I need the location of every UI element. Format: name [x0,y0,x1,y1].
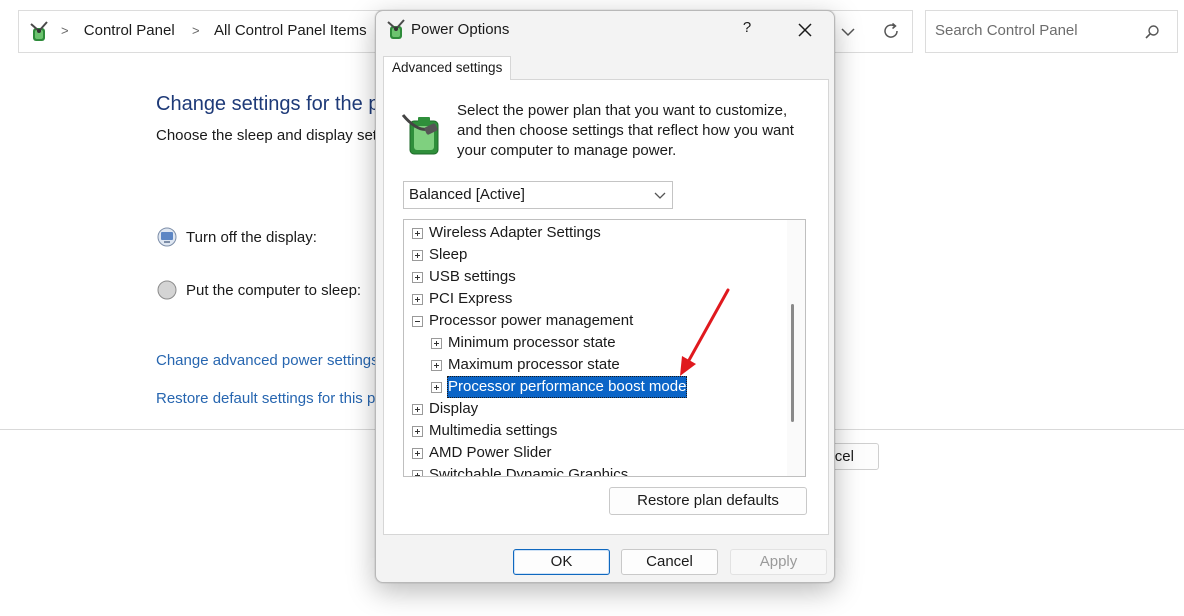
tree-item-label: Minimum processor state [448,334,616,351]
tree-item-pci-express[interactable]: PCI Express [412,288,782,310]
search-icon[interactable] [1144,24,1160,40]
tree-item-label: Switchable Dynamic Graphics [429,466,629,477]
tree-item-label: Multimedia settings [429,422,558,439]
tree-item-wireless-adapter-settings[interactable]: Wireless Adapter Settings [412,222,782,244]
tree-item-usb-settings[interactable]: USB settings [412,266,782,288]
cancel-button[interactable]: Cancel [621,549,718,575]
tree-item-amd-power-slider[interactable]: AMD Power Slider [412,442,782,464]
chevron-down-icon[interactable] [839,23,857,41]
instructions-text: Select the power plan that you want to c… [457,102,794,159]
tree-item-label: Processor power management [429,312,634,329]
tree-item-switchable-dynamic-graphics[interactable]: Switchable Dynamic Graphics [412,464,782,477]
expand-plus-icon[interactable] [412,448,423,459]
power-options-dialog: Power Options ? Advanced settings Select… [375,10,835,583]
collapse-minus-icon[interactable] [412,316,423,327]
dialog-title: Power Options [411,21,510,38]
tree-item-label: USB settings [429,268,516,285]
close-icon[interactable] [794,19,816,41]
control-panel-icon [30,21,48,41]
help-button[interactable]: ? [736,19,758,41]
breadcrumb: > Control Panel > All Control Panel Item… [59,22,421,39]
page-subtitle: Choose the sleep and display sett [156,127,382,144]
tree-item-minimum-processor-state[interactable]: Minimum processor state [431,332,781,354]
tree-scrollbar[interactable] [787,220,805,476]
chevron-down-icon [654,192,666,199]
tree-item-label: AMD Power Slider [429,444,552,461]
breadcrumb-item-control-panel[interactable]: Control Panel [84,22,175,39]
apply-button[interactable]: Apply [730,549,827,575]
page-title: Change settings for the p [156,93,380,115]
ok-button[interactable]: OK [513,549,610,575]
tree-item-maximum-processor-state[interactable]: Maximum processor state [431,354,781,376]
expand-plus-icon[interactable] [412,250,423,261]
expand-plus-icon[interactable] [412,470,423,476]
expand-plus-icon[interactable] [412,404,423,415]
tree-item-sleep[interactable]: Sleep [412,244,782,266]
sleep-label: Put the computer to sleep: [186,282,362,299]
power-options-icon [387,19,405,39]
tree-item-label-selected: Processor performance boost mode [447,376,688,398]
restore-defaults-link[interactable]: Restore default settings for this p [156,390,375,407]
tree-item-display[interactable]: Display [412,398,782,420]
expand-plus-icon[interactable] [412,294,423,305]
tab-advanced-settings[interactable]: Advanced settings [383,56,511,80]
tree-item-label: Display [429,400,479,417]
tree-item-label: Wireless Adapter Settings [429,224,601,241]
expand-plus-icon[interactable] [431,338,442,349]
breadcrumb-separator-icon: > [184,23,200,38]
settings-tree[interactable]: Wireless Adapter Settings Sleep USB sett… [403,219,806,477]
advanced-power-settings-link[interactable]: Change advanced power settings [156,352,379,369]
tree-item-multimedia-settings[interactable]: Multimedia settings [412,420,782,442]
expand-plus-icon[interactable] [412,426,423,437]
breadcrumb-separator-icon: > [61,23,69,38]
breadcrumb-item-all-items[interactable]: All Control Panel Items [214,22,367,39]
expand-plus-icon[interactable] [412,272,423,283]
tree-item-processor-power-management[interactable]: Processor power management [412,310,782,332]
tree-item-processor-performance-boost-mode[interactable]: Processor performance boost mode [431,376,781,398]
moon-icon [157,280,177,300]
tree-item-label: Sleep [429,246,468,263]
restore-plan-defaults-button[interactable]: Restore plan defaults [609,487,807,515]
expand-plus-icon[interactable] [431,360,442,371]
refresh-icon[interactable] [881,21,901,41]
turn-off-display-label: Turn off the display: [186,229,317,246]
battery-icon [401,114,439,155]
search-box[interactable] [925,10,1178,53]
tree-item-label: PCI Express [429,290,513,307]
dialog-titlebar[interactable]: Power Options ? [376,11,834,49]
monitor-icon [157,227,177,247]
expand-plus-icon[interactable] [431,382,442,393]
expand-plus-icon[interactable] [412,228,423,239]
power-plan-value: Balanced [Active] [409,186,525,203]
tree-scrollbar-thumb[interactable] [791,304,794,422]
power-plan-select[interactable]: Balanced [Active] [403,181,673,209]
tree-item-label: Maximum processor state [448,356,620,373]
search-input[interactable] [935,22,1135,39]
